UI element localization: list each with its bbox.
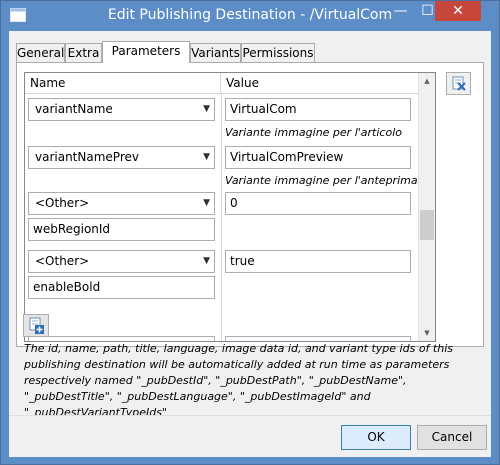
param-name-value: <Other> (35, 196, 90, 210)
cancel-button[interactable]: Cancel (417, 425, 487, 450)
tab-extra[interactable]: Extra (65, 43, 102, 62)
chevron-down-icon: ▼ (203, 198, 210, 208)
parameters-panel: Name Value variantName ▼ VirtualCom Vari… (16, 62, 484, 347)
parameters-note: The id, name, path, title, language, ima… (24, 342, 453, 419)
scroll-thumb[interactable] (420, 210, 434, 240)
dialog-footer: OK Cancel (9, 415, 491, 457)
param-name-select[interactable]: variantNamePrev ▼ (28, 146, 215, 169)
add-parameter-button[interactable] (23, 314, 49, 337)
tab-parameters[interactable]: Parameters (102, 41, 190, 63)
param-name-value: variantName (35, 102, 113, 116)
scroll-up-icon[interactable]: ▲ (419, 73, 435, 89)
param-name-select[interactable]: <Other> ▼ (28, 192, 215, 215)
chevron-down-icon: ▼ (203, 152, 210, 162)
tab-general[interactable]: General (16, 43, 65, 62)
chevron-down-icon: ▼ (203, 256, 210, 266)
remove-parameter-button[interactable] (446, 72, 471, 95)
column-divider (221, 94, 222, 341)
param-name-value: variantNamePrev (35, 150, 139, 164)
param-value-field[interactable]: VirtualComPreview (225, 146, 411, 169)
close-button[interactable]: ✕ (435, 1, 481, 21)
scroll-down-icon[interactable]: ▼ (419, 325, 435, 341)
param-value-field[interactable]: 0 (225, 192, 411, 215)
param-name-select[interactable]: variantName ▼ (28, 98, 215, 121)
param-custom-name-field[interactable]: enableBold (28, 276, 215, 299)
dialog-window: Edit Publishing Destination - /VirtualCo… (0, 0, 500, 465)
param-hint: Variante immagine per l'articolo (225, 126, 402, 139)
param-hint: Variante immagine per l'anteprima (225, 174, 418, 187)
dialog-client: General Extra Parameters Variants Permis… (9, 31, 491, 457)
param-value-field[interactable]: VirtualCom (225, 98, 411, 121)
grid-scrollbar[interactable]: ▲ ▼ (418, 73, 435, 341)
column-header-name[interactable]: Name (25, 73, 221, 94)
param-name-select[interactable]: <Other> ▼ (28, 250, 215, 273)
parameters-grid: Name Value variantName ▼ VirtualCom Vari… (24, 72, 436, 342)
tab-variants[interactable]: Variants (190, 43, 241, 62)
add-row-icon (29, 317, 44, 334)
chevron-down-icon: ▼ (203, 104, 210, 114)
ok-button[interactable]: OK (341, 425, 411, 450)
delete-row-icon (452, 76, 466, 91)
title-bar[interactable]: Edit Publishing Destination - /VirtualCo… (1, 1, 499, 31)
column-header-value[interactable]: Value (221, 73, 418, 94)
tab-permissions[interactable]: Permissions (241, 43, 315, 62)
param-custom-name-field[interactable]: webRegionId (28, 218, 215, 241)
minimize-button[interactable]: — (387, 1, 414, 21)
param-value-field[interactable]: true (225, 250, 411, 273)
param-name-value: <Other> (35, 254, 90, 268)
